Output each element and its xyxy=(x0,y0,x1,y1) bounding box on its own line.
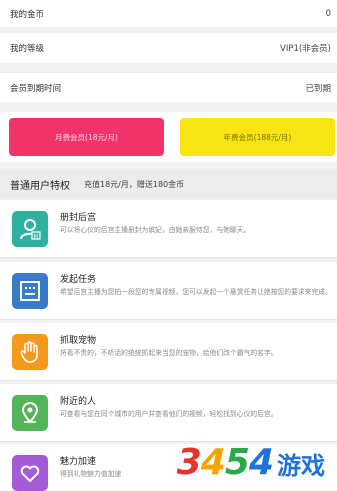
coins-label: 我的金币 xyxy=(10,9,45,20)
expire-value: 已到期 xyxy=(305,83,331,94)
level-value: VIP1(非会员) xyxy=(280,44,331,54)
privilege-title: 普通用户特权 xyxy=(10,180,70,192)
watermark-digit: 4 xyxy=(248,442,274,483)
privilege-title-2: 发起任务 xyxy=(60,275,97,285)
privilege-item-catch-pet[interactable]: 抓取宠物 将看不贵的，不听话的统统抓起来当您的宠物，给他们改个霸气的名字。 xyxy=(0,323,337,381)
location-pin-icon xyxy=(12,395,48,431)
privilege-header: 普通用户特权 充值18元/月，赠送180金币 xyxy=(0,170,337,198)
membership-buttons: 月费会员(18元/月) 年费会员(188元/月) xyxy=(0,112,337,162)
coins-value: 0 xyxy=(325,8,331,19)
user-crown-icon: 封 xyxy=(12,211,48,247)
level-label: 我的等级 xyxy=(10,44,45,54)
task-list-icon xyxy=(12,273,48,309)
privilege-desc-3: 将看不贵的，不听话的统统抓起来当您的宠物，给他们改个霸气的名字。 xyxy=(60,349,278,357)
watermark-digits: 3454 xyxy=(176,442,274,483)
privilege-item-create-task[interactable]: 发起任务 希望后宫主播为您拍一段您的专属视频，您可以发起一个悬赏任务让她按您的要… xyxy=(0,262,337,320)
privilege-item-nearby-people[interactable]: 附近的人 可查看与您在同个城市的用户并查看他们的视频，轻松找到心仪的后宫。 xyxy=(0,384,337,442)
privilege-item-register-harem[interactable]: 封 册封后宫 可以将心仪的后宫主播册封为嫔妃，由她亲服侍您，与她聊天。 xyxy=(0,200,337,258)
watermark-text: 游戏 xyxy=(277,452,325,480)
privilege-desc-2: 希望后宫主播为您拍一段您的专属视频，您可以发起一个悬赏任务让她按您的要求来完成。 xyxy=(60,288,332,296)
site-watermark: 3454 游戏 xyxy=(177,442,325,483)
privilege-desc-1: 可以将心仪的后宫主播册封为嫔妃，由她亲服侍您，与她聊天。 xyxy=(60,226,251,234)
svg-text:封: 封 xyxy=(33,233,38,240)
privilege-title-4: 附近的人 xyxy=(60,397,97,407)
expire-row[interactable]: 会员到期时间 已到期 xyxy=(0,72,337,102)
privilege-note: 充值18元/月，赠送180金币 xyxy=(84,179,185,189)
expire-label: 会员到期时间 xyxy=(10,83,62,94)
monthly-membership-button[interactable]: 月费会员(18元/月) xyxy=(9,118,164,156)
watermark-digit: 4 xyxy=(200,442,226,483)
watermark-digit: 3 xyxy=(176,442,202,483)
privilege-title-5: 魅力加速 xyxy=(60,457,97,467)
watermark-digit: 5 xyxy=(224,442,250,483)
privilege-title-1: 册封后宫 xyxy=(60,213,97,223)
my-level-row[interactable]: 我的等级 VIP1(非会员) xyxy=(0,33,337,63)
paw-hand-icon xyxy=(12,334,48,370)
my-coins-row[interactable]: 我的金币 0 xyxy=(0,0,337,27)
privilege-desc-4: 可查看与您在同个城市的用户并查看他们的视频，轻松找到心仪的后宫。 xyxy=(60,410,278,418)
heart-icon xyxy=(12,455,48,491)
privilege-title-3: 抓取宠物 xyxy=(60,336,97,346)
yearly-membership-button[interactable]: 年费会员(188元/月) xyxy=(180,118,335,156)
